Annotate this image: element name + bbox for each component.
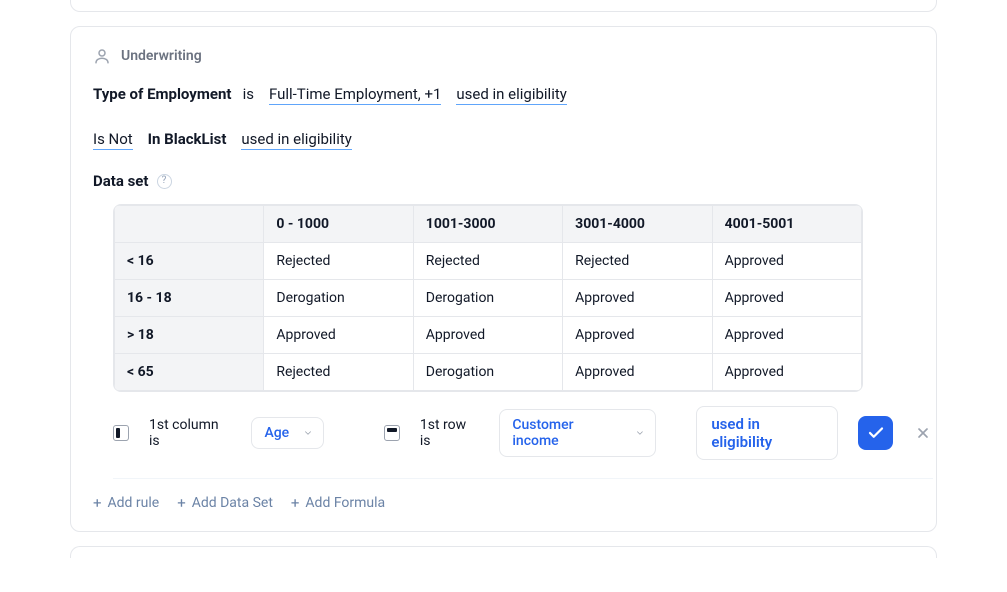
underwriting-card: Underwriting Type of Employment is Full-…	[70, 26, 937, 532]
rule1-field: Type of Employment	[93, 85, 231, 103]
add-formula-link[interactable]: + Add Formula	[291, 495, 385, 511]
table-row: > 18ApprovedApprovedApprovedApproved	[115, 317, 862, 354]
row-header[interactable]: > 18	[115, 317, 264, 354]
first-column-value: Age	[264, 425, 289, 441]
help-icon[interactable]: ?	[157, 174, 172, 189]
add-formula-label: Add Formula	[305, 495, 385, 511]
table-header-row: 0 - 1000 1001-3000 3001-4000 4001-5001	[115, 206, 862, 243]
table-cell[interactable]: Approved	[563, 280, 712, 317]
col-header[interactable]: 3001-4000	[563, 206, 712, 243]
first-row-value: Customer income	[512, 417, 621, 449]
table-cell[interactable]: Approved	[712, 280, 861, 317]
table-cell[interactable]: Rejected	[563, 243, 712, 280]
rule2-op[interactable]: Is Not	[93, 130, 133, 150]
first-column-select[interactable]: Age	[251, 417, 324, 449]
check-icon	[867, 424, 885, 442]
table-cell[interactable]: Derogation	[413, 280, 562, 317]
next-card-top	[70, 546, 937, 558]
add-dataset-label: Add Data Set	[192, 495, 273, 511]
plus-icon: +	[291, 496, 300, 511]
card-header: Underwriting	[93, 47, 914, 65]
table-row: < 65RejectedDerogationApprovedApproved	[115, 354, 862, 391]
row-header[interactable]: < 16	[115, 243, 264, 280]
rule-line-2: Is Not In BlackList used in eligibility	[93, 128, 914, 151]
dataset-label: Data set	[93, 172, 149, 190]
previous-card-bottom	[70, 0, 937, 12]
actions-row: + Add rule + Add Data Set + Add Formula	[93, 495, 914, 511]
add-dataset-link[interactable]: + Add Data Set	[177, 495, 273, 511]
card-title: Underwriting	[121, 48, 202, 64]
rule1-usage[interactable]: used in eligibility	[456, 85, 567, 105]
confirm-button[interactable]	[858, 416, 893, 450]
table-cell[interactable]: Approved	[264, 317, 413, 354]
rule1-op: is	[243, 85, 254, 103]
table-cell[interactable]: Approved	[563, 354, 712, 391]
used-in-eligibility-pill[interactable]: used in eligibility	[696, 406, 838, 460]
table-corner-cell	[115, 206, 264, 243]
table-cell[interactable]: Derogation	[413, 354, 562, 391]
col-header[interactable]: 1001-3000	[413, 206, 562, 243]
row-header[interactable]: 16 - 18	[115, 280, 264, 317]
table-cell[interactable]: Derogation	[264, 280, 413, 317]
table-cell[interactable]: Rejected	[264, 354, 413, 391]
first-column-icon	[113, 425, 129, 441]
table-cell[interactable]: Approved	[712, 243, 861, 280]
first-row-icon	[384, 425, 400, 441]
rule1-value[interactable]: Full-Time Employment, +1	[269, 85, 441, 105]
config-row: 1st column is Age 1st row is Customer in…	[113, 406, 933, 479]
rule2-usage[interactable]: used in eligibility	[241, 130, 352, 150]
table-cell[interactable]: Approved	[413, 317, 562, 354]
col-header[interactable]: 4001-5001	[712, 206, 861, 243]
user-icon	[93, 47, 111, 65]
row-header[interactable]: < 65	[115, 354, 264, 391]
add-rule-label: Add rule	[108, 495, 160, 511]
rule-line-1: Type of Employment is Full-Time Employme…	[93, 83, 914, 106]
close-icon	[915, 425, 931, 441]
first-row-select[interactable]: Customer income	[499, 409, 656, 457]
chevron-down-icon	[635, 428, 645, 438]
plus-icon: +	[177, 496, 186, 511]
table-row: < 16RejectedRejectedRejectedApproved	[115, 243, 862, 280]
chevron-down-icon	[303, 428, 313, 438]
rule2-field: In BlackList	[148, 130, 227, 148]
table-cell[interactable]: Rejected	[264, 243, 413, 280]
table-cell[interactable]: Approved	[712, 354, 861, 391]
dataset-table: 0 - 1000 1001-3000 3001-4000 4001-5001 <…	[113, 204, 863, 392]
add-rule-link[interactable]: + Add rule	[93, 495, 159, 511]
first-column-label: 1st column is	[149, 417, 231, 449]
table-cell[interactable]: Rejected	[413, 243, 562, 280]
first-row-label: 1st row is	[420, 417, 479, 449]
plus-icon: +	[93, 496, 102, 511]
close-button[interactable]	[913, 423, 933, 443]
table-cell[interactable]: Approved	[712, 317, 861, 354]
table-cell[interactable]: Approved	[563, 317, 712, 354]
dataset-header: Data set ?	[93, 172, 914, 190]
col-header[interactable]: 0 - 1000	[264, 206, 413, 243]
table-row: 16 - 18DerogationDerogationApprovedAppro…	[115, 280, 862, 317]
